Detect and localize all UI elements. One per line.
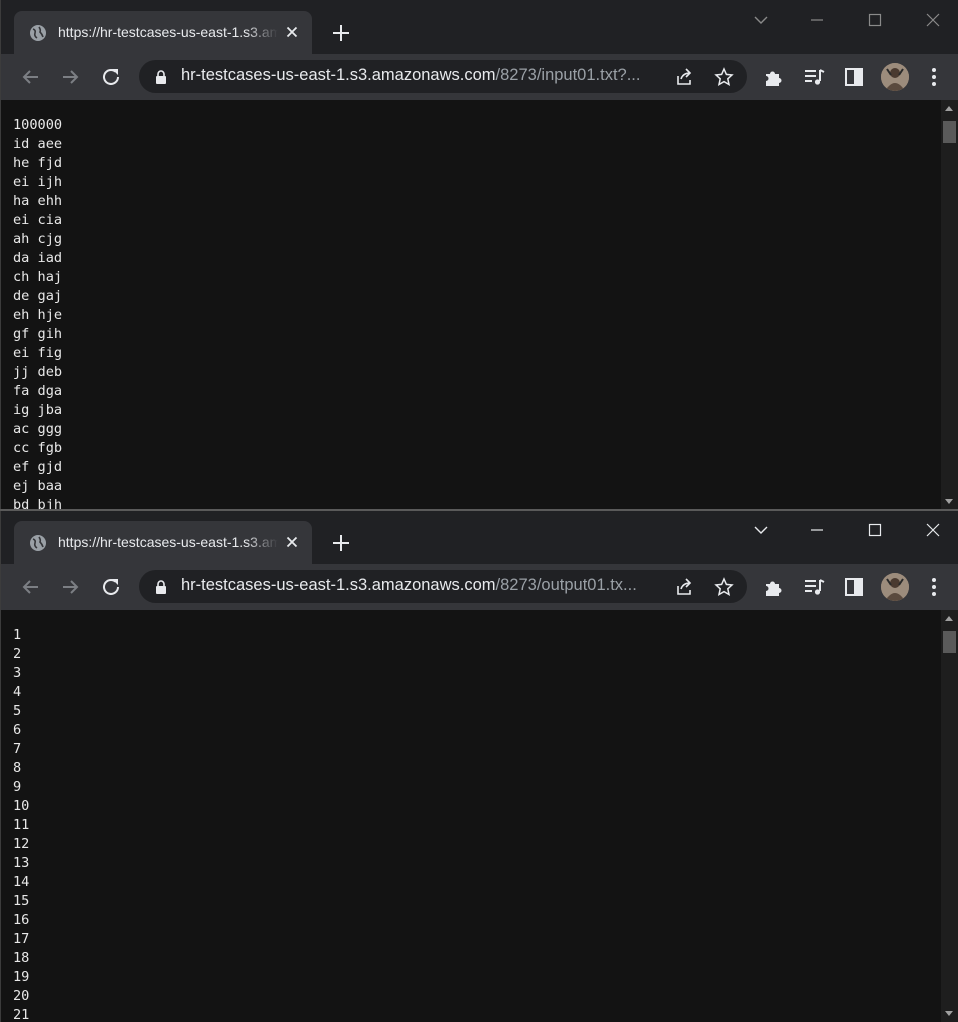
globe-icon (30, 535, 46, 551)
page-content: 100000 id aee he fjd ei ijh ha ehh ei ci… (1, 100, 941, 510)
close-icon[interactable] (282, 22, 302, 42)
plus-icon[interactable] (330, 22, 352, 44)
maximize-icon[interactable] (863, 8, 887, 32)
avatar-image (881, 63, 909, 91)
file-text: 1 2 3 4 5 6 7 8 9 10 11 12 13 14 15 16 1… (13, 627, 30, 1022)
scroll-up-arrow[interactable] (945, 106, 953, 111)
vertical-scrollbar[interactable] (941, 100, 958, 510)
tab-input01[interactable]: https://hr-testcases-us-east-1.s3.amazon… (14, 11, 312, 54)
puzzle-icon[interactable] (762, 575, 786, 599)
scroll-thumb[interactable] (943, 121, 956, 143)
arrow-right-icon[interactable] (58, 65, 82, 89)
url-text: hr-testcases-us-east-1.s3.amazonaws.com/… (181, 66, 661, 85)
share-icon[interactable] (674, 577, 694, 597)
url-host: hr-testcases-us-east-1.s3.amazonaws.com (181, 576, 496, 594)
toolbar: hr-testcases-us-east-1.s3.amazonaws.com/… (0, 564, 958, 610)
tab-title: https://hr-testcases-us-east-1.s3.amazon… (58, 24, 278, 40)
avatar[interactable] (881, 573, 909, 601)
chevron-down-icon[interactable] (749, 8, 773, 32)
lock-icon[interactable] (155, 70, 167, 84)
star-icon[interactable] (714, 577, 734, 597)
minimize-icon[interactable] (805, 8, 829, 32)
url-path: /8273/output01.tx... (495, 576, 637, 594)
chevron-down-icon[interactable] (749, 518, 773, 542)
file-text: 100000 id aee he fjd ei ijh ha ehh ei ci… (13, 117, 63, 510)
media-queue-icon[interactable] (802, 65, 826, 89)
avatar[interactable] (881, 63, 909, 91)
plus-icon[interactable] (330, 532, 352, 554)
maximize-icon[interactable] (863, 518, 887, 542)
url-host: hr-testcases-us-east-1.s3.amazonaws.com (181, 66, 496, 84)
window-border (0, 510, 1, 1022)
tab-output01[interactable]: https://hr-testcases-us-east-1.s3.amazon… (14, 521, 312, 564)
star-icon[interactable] (714, 67, 734, 87)
reload-icon[interactable] (99, 575, 123, 599)
tab-strip: https://hr-testcases-us-east-1.s3.amazon… (0, 510, 958, 564)
arrow-right-icon[interactable] (58, 575, 82, 599)
scroll-down-arrow[interactable] (945, 1011, 953, 1016)
scroll-thumb[interactable] (943, 631, 956, 653)
arrow-left-icon[interactable] (19, 575, 43, 599)
url-path: /8273/input01.txt?... (495, 66, 641, 84)
browser-window-input: https://hr-testcases-us-east-1.s3.amazon… (0, 0, 958, 510)
scroll-down-arrow[interactable] (945, 499, 953, 504)
tab-strip: https://hr-testcases-us-east-1.s3.amazon… (0, 0, 958, 54)
puzzle-icon[interactable] (762, 65, 786, 89)
tab-title: https://hr-testcases-us-east-1.s3.amazon… (58, 534, 278, 550)
scroll-up-arrow[interactable] (945, 616, 953, 621)
kebab-menu-icon[interactable] (922, 575, 946, 599)
browser-window-output: https://hr-testcases-us-east-1.s3.amazon… (0, 510, 958, 1022)
toolbar: hr-testcases-us-east-1.s3.amazonaws.com/… (0, 54, 958, 100)
window-border (0, 0, 1, 510)
minimize-icon[interactable] (805, 518, 829, 542)
page-content: 1 2 3 4 5 6 7 8 9 10 11 12 13 14 15 16 1… (1, 610, 941, 1022)
kebab-menu-icon[interactable] (922, 65, 946, 89)
avatar-image (881, 573, 909, 601)
address-bar[interactable]: hr-testcases-us-east-1.s3.amazonaws.com/… (139, 60, 747, 93)
vertical-scrollbar[interactable] (941, 610, 958, 1022)
close-icon[interactable] (282, 532, 302, 552)
globe-icon (30, 25, 46, 41)
url-text: hr-testcases-us-east-1.s3.amazonaws.com/… (181, 576, 661, 595)
side-panel-icon[interactable] (842, 65, 866, 89)
reload-icon[interactable] (99, 65, 123, 89)
lock-icon[interactable] (155, 580, 167, 594)
close-window-icon[interactable] (921, 8, 945, 32)
media-queue-icon[interactable] (802, 575, 826, 599)
share-icon[interactable] (674, 67, 694, 87)
address-bar[interactable]: hr-testcases-us-east-1.s3.amazonaws.com/… (139, 570, 747, 603)
arrow-left-icon[interactable] (19, 65, 43, 89)
side-panel-icon[interactable] (842, 575, 866, 599)
close-window-icon[interactable] (921, 518, 945, 542)
window-divider (0, 509, 958, 511)
